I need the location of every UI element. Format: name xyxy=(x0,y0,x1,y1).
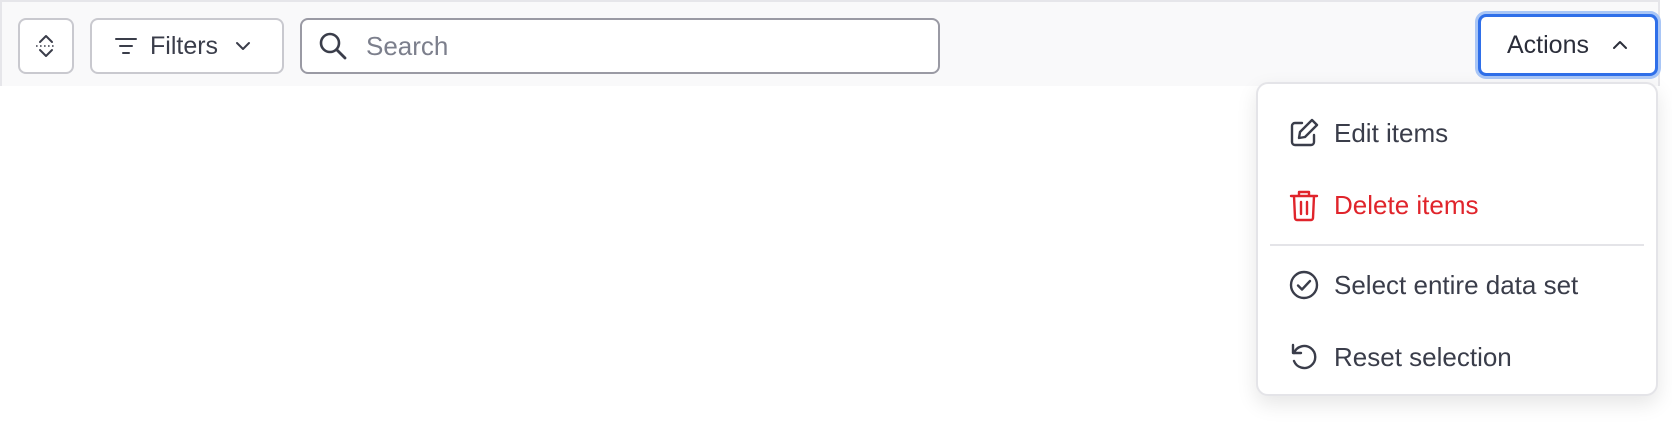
sort-button[interactable] xyxy=(18,18,74,74)
chevron-down-icon xyxy=(234,40,252,52)
toolbar: Filters Actions xyxy=(0,0,1660,86)
search-input[interactable] xyxy=(364,29,908,63)
actions-button[interactable]: Actions xyxy=(1478,14,1658,76)
menu-item-label: Select entire data set xyxy=(1334,269,1579,300)
actions-label: Actions xyxy=(1507,30,1589,59)
menu-item-delete-items[interactable]: Delete items xyxy=(1258,174,1656,236)
menu-divider xyxy=(1270,244,1644,246)
trash-icon xyxy=(1288,188,1320,222)
check-circle-icon xyxy=(1288,269,1320,301)
sort-icon xyxy=(35,33,57,59)
search-icon xyxy=(318,31,348,61)
actions-menu: Edit items Delete items Select entire da… xyxy=(1256,82,1658,396)
menu-item-reset-selection[interactable]: Reset selection xyxy=(1258,326,1656,388)
filters-button[interactable]: Filters xyxy=(90,18,284,74)
menu-item-select-entire-data-set[interactable]: Select entire data set xyxy=(1258,254,1656,316)
chevron-up-icon xyxy=(1611,39,1629,51)
menu-item-edit-items[interactable]: Edit items xyxy=(1258,102,1656,164)
menu-item-label: Delete items xyxy=(1334,189,1479,220)
edit-icon xyxy=(1288,117,1320,149)
reset-icon xyxy=(1288,341,1320,373)
search-box[interactable] xyxy=(300,18,940,74)
menu-item-label: Edit items xyxy=(1334,117,1449,148)
filters-label: Filters xyxy=(150,31,219,60)
filter-icon xyxy=(114,36,138,56)
menu-item-label: Reset selection xyxy=(1334,341,1512,372)
